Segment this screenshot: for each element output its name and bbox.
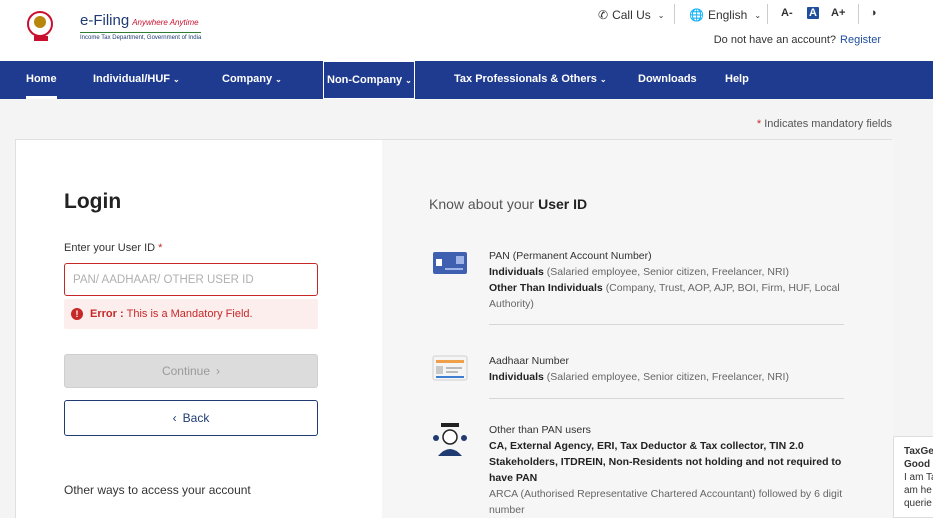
nav-home[interactable]: Home bbox=[26, 61, 57, 99]
nav-individual-huf[interactable]: Individual/HUF ⌄ bbox=[93, 61, 180, 99]
nav-company-label: Company bbox=[222, 73, 273, 85]
chevron-down-icon: ⌄ bbox=[405, 76, 412, 85]
continue-label: Continue bbox=[161, 364, 211, 378]
pan-card-icon bbox=[433, 252, 467, 274]
main-nav: Home Individual/HUF ⌄ Company ⌄ Non-Compan… bbox=[0, 61, 933, 99]
info-item-aadhaar: Aadhaar Number Individuals (Salaried emp… bbox=[432, 353, 844, 389]
other-users-icon bbox=[433, 423, 467, 456]
pan-line1-rest: (Salaried employee, Senior citizen, Free… bbox=[546, 266, 789, 278]
contrast-icon[interactable]: ◑ bbox=[870, 7, 877, 19]
pan-line2: Other Than Individuals (Company, Trust, … bbox=[489, 280, 844, 312]
required-marker: * bbox=[756, 118, 762, 130]
other-users-bold: CA, External Agency, ERI, Tax Deductor &… bbox=[489, 438, 844, 486]
aadhaar-line1: Individuals (Salaried employee, Senior c… bbox=[489, 369, 844, 385]
account-prompt: Do not have an account? Register bbox=[714, 34, 881, 46]
top-header: e-Filing Anywhere Anytime Income Tax Depa… bbox=[0, 0, 933, 61]
error-icon: ! bbox=[71, 308, 83, 320]
nav-downloads[interactable]: Downloads bbox=[638, 61, 697, 99]
info-item-pan: PAN (Permanent Account Number) Individua… bbox=[432, 248, 844, 310]
chevron-left-icon: ‹ bbox=[172, 411, 177, 425]
nav-help[interactable]: Help bbox=[725, 61, 749, 99]
divider bbox=[489, 324, 844, 325]
nav-non-company-label: Non-Company bbox=[327, 74, 403, 86]
no-account-text: Do not have an account? bbox=[713, 34, 837, 46]
chatbot-widget[interactable]: TaxGe Good I am Ta am he querie bbox=[893, 436, 933, 518]
other-users-bold-text: CA, External Agency, ERI, Tax Deductor &… bbox=[489, 440, 842, 484]
chevron-down-icon: ⌄ bbox=[275, 75, 282, 84]
pan-title: PAN (Permanent Account Number) bbox=[489, 250, 652, 262]
brand-name: e-Filing bbox=[80, 12, 130, 29]
aadhaar-card-icon bbox=[432, 355, 468, 381]
efiling-logo[interactable]: e-Filing Anywhere Anytime Income Tax Depa… bbox=[26, 8, 206, 46]
call-us-label: Call Us bbox=[612, 8, 651, 22]
divider bbox=[858, 4, 859, 24]
divider bbox=[674, 4, 675, 24]
mandatory-note-text: Indicates mandatory fields bbox=[764, 118, 892, 130]
font-decrease-button[interactable]: A- bbox=[781, 7, 793, 19]
register-link[interactable]: Register bbox=[840, 34, 881, 46]
other-ways-heading: Other ways to access your account bbox=[64, 483, 251, 497]
globe-icon: 🌐 bbox=[689, 8, 704, 22]
continue-button[interactable]: Continue › bbox=[64, 354, 318, 388]
brand-subtitle: Income Tax Department, Government of Ind… bbox=[80, 32, 202, 41]
error-text: This is a Mandatory Field. bbox=[126, 308, 253, 320]
emblem-icon bbox=[27, 11, 53, 41]
pan-line1-bold: Individuals bbox=[489, 266, 544, 278]
nav-individual-label: Individual/HUF bbox=[93, 73, 170, 85]
call-us-menu[interactable]: ✆ Call Us ⌄ bbox=[598, 7, 664, 23]
font-normal-button[interactable]: A bbox=[807, 7, 819, 19]
nav-non-company[interactable]: Non-Company ⌄ bbox=[323, 61, 415, 99]
page-title: Login bbox=[64, 190, 122, 213]
chevron-right-icon: › bbox=[216, 364, 221, 378]
back-button[interactable]: ‹ Back bbox=[64, 400, 318, 436]
pan-line2-bold: Other Than Individuals bbox=[489, 282, 603, 294]
know-title-prefix: Know about your bbox=[429, 196, 535, 212]
nav-home-label: Home bbox=[26, 73, 57, 85]
userid-label: Enter your User ID * bbox=[64, 242, 162, 254]
other-users-info-text: Other than PAN users CA, External Agency… bbox=[489, 422, 844, 518]
brand-tagline: Anywhere Anytime bbox=[132, 18, 199, 27]
aadhaar-title: Aadhaar Number bbox=[489, 355, 569, 367]
pan-line1: Individuals (Salaried employee, Senior c… bbox=[489, 264, 844, 280]
error-message: ! Error : This is a Mandatory Field. bbox=[64, 299, 318, 329]
nav-help-label: Help bbox=[725, 73, 749, 85]
userid-input[interactable] bbox=[64, 263, 318, 296]
chevron-down-icon: ⌄ bbox=[599, 75, 607, 84]
nav-company[interactable]: Company ⌄ bbox=[222, 61, 282, 99]
nav-tax-professionals[interactable]: Tax Professionals & Others ⌄ bbox=[454, 61, 607, 99]
font-increase-button[interactable]: A+ bbox=[831, 7, 845, 19]
info-item-other-users: Other than PAN users CA, External Agency… bbox=[432, 422, 844, 518]
phone-icon: ✆ bbox=[598, 8, 609, 22]
aadhaar-info-text: Aadhaar Number Individuals (Salaried emp… bbox=[489, 353, 844, 385]
error-label: Error : bbox=[90, 308, 124, 320]
pan-info-text: PAN (Permanent Account Number) Individua… bbox=[489, 248, 844, 312]
nav-tax-professionals-label: Tax Professionals & Others bbox=[454, 73, 597, 85]
aadhaar-line1-bold: Individuals bbox=[489, 371, 544, 383]
know-title: Know about your User ID bbox=[429, 196, 587, 212]
language-select[interactable]: 🌐 English ⌄ bbox=[689, 7, 761, 23]
login-card: Login Enter your User ID * ! Error : Thi… bbox=[15, 139, 893, 518]
chat-line: am he bbox=[904, 485, 932, 496]
nav-downloads-label: Downloads bbox=[638, 73, 697, 85]
divider bbox=[489, 398, 844, 399]
chevron-down-icon: ⌄ bbox=[754, 10, 762, 20]
chat-line: Good bbox=[904, 459, 931, 470]
chevron-down-icon: ⌄ bbox=[657, 10, 665, 20]
required-marker: * bbox=[158, 242, 163, 254]
other-users-muted: ARCA (Authorised Representative Chartere… bbox=[489, 488, 843, 516]
chevron-down-icon: ⌄ bbox=[173, 75, 180, 84]
divider bbox=[767, 4, 768, 24]
know-title-bold: User ID bbox=[538, 196, 588, 212]
mandatory-note: * Indicates mandatory fields bbox=[757, 118, 892, 130]
chat-line: TaxGe bbox=[904, 446, 933, 457]
chat-line: querie bbox=[904, 498, 932, 509]
chat-line: I am Ta bbox=[904, 472, 933, 483]
userid-label-text: Enter your User ID bbox=[64, 242, 156, 254]
user-id-info-panel: Know about your User ID PAN (Permanent Ac… bbox=[382, 140, 893, 518]
other-users-title: Other than PAN users bbox=[489, 424, 591, 436]
back-label: Back bbox=[182, 411, 210, 425]
language-label: English bbox=[707, 8, 748, 22]
aadhaar-line1-rest: (Salaried employee, Senior citizen, Free… bbox=[546, 371, 789, 383]
brand-title: e-Filing Anywhere Anytime bbox=[80, 12, 199, 29]
